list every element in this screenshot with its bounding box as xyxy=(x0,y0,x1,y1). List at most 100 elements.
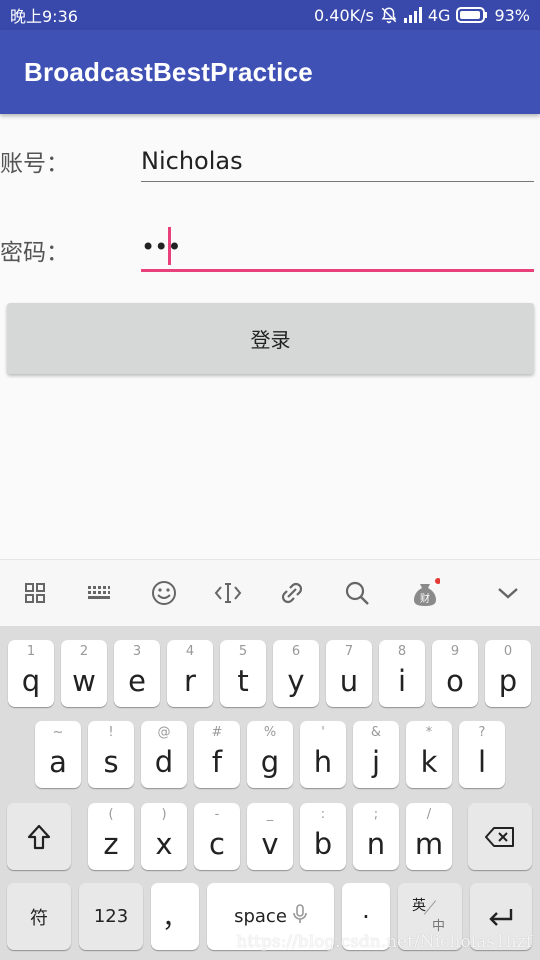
money-bag-icon[interactable]: 财 xyxy=(410,578,440,608)
cursor-move-icon[interactable] xyxy=(213,578,243,608)
key-s[interactable]: ! s xyxy=(88,721,134,788)
key-label: d xyxy=(154,745,174,779)
backspace-icon xyxy=(468,803,532,870)
key-label: y xyxy=(287,664,305,698)
key-label: x xyxy=(155,827,173,861)
soft-keyboard: 1q2w3e4r5t6y7u8i9o0p ~ a! s @ d # f% g ' h & j * k? l … xyxy=(0,626,540,960)
key-label: w xyxy=(72,664,96,698)
text-cursor xyxy=(168,227,171,265)
password-label: 密码： xyxy=(0,240,69,266)
grid-apps-icon[interactable] xyxy=(20,578,50,608)
key-hint: 0 xyxy=(503,644,513,659)
key-hint: & xyxy=(370,725,382,740)
key-hint: @ xyxy=(157,725,171,740)
key-label: m xyxy=(414,827,444,861)
key-i[interactable]: 8i xyxy=(379,640,425,707)
key-hint: # xyxy=(211,725,223,740)
login-button-label: 登录 xyxy=(250,328,291,352)
key-hint: 5 xyxy=(238,644,248,659)
key-b[interactable]: :b xyxy=(300,803,346,870)
key-y[interactable]: 6y xyxy=(273,640,319,707)
symbols-key[interactable]: 符 xyxy=(7,883,71,950)
key-hint: 7 xyxy=(344,644,354,659)
app-bar: BroadcastBestPractice xyxy=(0,30,540,114)
key-label: n xyxy=(366,827,386,861)
key-hint: 1 xyxy=(26,644,36,659)
chevron-down-icon[interactable] xyxy=(493,578,523,608)
key-t[interactable]: 5t xyxy=(220,640,266,707)
key-o[interactable]: 9o xyxy=(432,640,478,707)
key-label: u xyxy=(339,664,359,698)
key-hint: 9 xyxy=(450,644,460,659)
emoji-icon[interactable] xyxy=(149,578,179,608)
account-value: Nicholas xyxy=(141,147,243,175)
key-g[interactable]: % g xyxy=(247,721,293,788)
password-input[interactable]: ••• xyxy=(141,226,534,272)
backspace-key[interactable] xyxy=(468,803,532,870)
login-button[interactable]: 登录 xyxy=(7,303,534,374)
key-label: v xyxy=(261,827,279,861)
key-label: c xyxy=(209,827,225,861)
symbols-key-label: 符 xyxy=(30,907,48,929)
key-e[interactable]: 3e xyxy=(114,640,160,707)
key-n[interactable]: ; n xyxy=(353,803,399,870)
key-label: h xyxy=(313,745,333,779)
key-hint: 4 xyxy=(185,644,195,659)
shift-icon xyxy=(7,803,71,870)
numbers-key[interactable]: 123 xyxy=(79,883,143,950)
key-d[interactable]: @ d xyxy=(141,721,187,788)
watermark: https://blog.csdn.net/Nicholas1hzf xyxy=(236,932,532,952)
key-v[interactable]: _ v xyxy=(247,803,293,870)
key-label: t xyxy=(237,664,249,698)
key-label: e xyxy=(128,664,146,698)
key-hint: 3 xyxy=(132,644,142,659)
key-hint: ; xyxy=(373,807,379,822)
key-label: f xyxy=(211,745,223,779)
search-icon[interactable] xyxy=(342,578,372,608)
status-time: 晚上9:36 xyxy=(10,7,78,26)
key-w[interactable]: 2w xyxy=(61,640,107,707)
key-c[interactable]: -c xyxy=(194,803,240,870)
key-label: j xyxy=(371,745,381,779)
battery-icon xyxy=(456,7,488,23)
key-hint: 6 xyxy=(291,644,301,659)
key-label: s xyxy=(103,745,119,779)
password-value: ••• xyxy=(141,233,181,261)
key-u[interactable]: 7u xyxy=(326,640,372,707)
account-input[interactable]: Nicholas xyxy=(141,144,534,182)
key-k[interactable]: * k xyxy=(406,721,452,788)
key-hint: ~ xyxy=(52,725,64,740)
key-label: r xyxy=(184,664,196,698)
network-speed: 0.40K/s xyxy=(314,5,374,25)
keyboard-icon[interactable] xyxy=(84,578,114,608)
key-label: a xyxy=(49,745,67,779)
link-icon[interactable] xyxy=(277,578,307,608)
key-hint: - xyxy=(214,807,220,822)
svg-text:财: 财 xyxy=(420,592,430,605)
key-q[interactable]: 1q xyxy=(8,640,54,707)
status-indicators: 0.40K/s 4G 93% xyxy=(314,6,530,25)
key-p[interactable]: 0p xyxy=(485,640,531,707)
key-l[interactable]: ? l xyxy=(459,721,505,788)
key-z[interactable]: (z xyxy=(88,803,134,870)
key-j[interactable]: & j xyxy=(353,721,399,788)
key-label: b xyxy=(313,827,333,861)
key-hint: ) xyxy=(161,807,167,822)
key-hint: / xyxy=(426,807,432,822)
key-m[interactable]: / m xyxy=(406,803,452,870)
space-key-label: space xyxy=(234,906,287,927)
key-a[interactable]: ~ a xyxy=(35,721,81,788)
shift-key[interactable] xyxy=(7,803,71,870)
comma-key[interactable]: ， xyxy=(151,883,199,950)
key-h[interactable]: ' h xyxy=(300,721,346,788)
key-f[interactable]: # f xyxy=(194,721,240,788)
key-label: g xyxy=(260,745,280,779)
microphone-icon xyxy=(293,904,307,929)
key-r[interactable]: 4r xyxy=(167,640,213,707)
keyboard-toolbar: 财 xyxy=(0,559,540,626)
key-hint: 2 xyxy=(79,644,89,659)
key-label: o xyxy=(446,664,464,698)
app-title: BroadcastBestPractice xyxy=(24,56,313,87)
key-hint: 8 xyxy=(397,644,407,659)
key-x[interactable]: ) x xyxy=(141,803,187,870)
